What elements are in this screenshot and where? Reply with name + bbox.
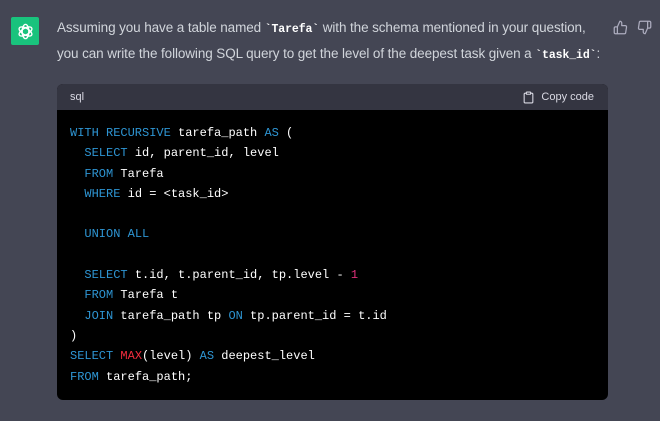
thumbs-up-icon	[613, 20, 627, 34]
code-line: FROM Tarefa	[70, 164, 595, 184]
code-token: AS	[199, 349, 215, 364]
message-text: with the schema mentioned in your questi…	[319, 20, 586, 35]
message-text: Assuming you have a table named	[57, 20, 265, 35]
code-line: FROM Tarefa t	[70, 285, 595, 305]
code-token: MAX	[120, 349, 143, 364]
clipboard-icon	[524, 91, 534, 103]
inline-code: `task_id`	[535, 49, 597, 62]
code-token: id = <task_id>	[120, 186, 229, 201]
code-token: UNION ALL	[84, 227, 150, 242]
code-token: (level)	[142, 349, 200, 364]
message-line-2: you can write the following SQL query to…	[57, 42, 617, 68]
assistant-message: Assuming you have a table named `Tarefa`…	[57, 16, 617, 68]
code-line: SELECT MAX(level) AS deepest_level	[70, 346, 595, 366]
code-line: UNION ALL	[70, 224, 595, 244]
code-line: FROM tarefa_path;	[70, 367, 595, 387]
code-token: t.id, t.parent_id, tp.level -	[127, 268, 351, 283]
copy-code-label: Copy code	[541, 91, 594, 103]
code-token: Tarefa	[113, 166, 164, 181]
message-text: :	[596, 46, 601, 61]
inline-code: `Tarefa`	[264, 23, 320, 36]
code-token: FROM	[84, 166, 114, 181]
code-line: )	[70, 326, 595, 346]
code-line: WHERE id = <task_id>	[70, 184, 595, 204]
copy-code-button[interactable]: Copy code	[522, 91, 594, 104]
code-token: WHERE	[84, 186, 121, 201]
code-token: FROM	[70, 369, 99, 384]
assistant-avatar	[11, 17, 39, 45]
code-token: tarefa_path;	[98, 369, 193, 384]
code-token: WITH RECURSIVE	[70, 126, 171, 140]
feedback-actions	[612, 19, 652, 35]
code-token: SELECT	[70, 349, 114, 364]
code-token: (	[278, 126, 294, 140]
code-token: AS	[264, 126, 279, 140]
thumbs-down-icon	[637, 20, 651, 34]
code-token: Tarefa t	[113, 288, 179, 303]
code-token: ON	[228, 308, 243, 323]
message-line-1: Assuming you have a table named `Tarefa`…	[57, 16, 617, 42]
code-token: tp.parent_id = t.id	[242, 308, 387, 323]
code-block: sql Copy code WITH RECURSIVE tarefa_path…	[57, 84, 608, 400]
thumbs-up-button[interactable]	[612, 19, 628, 35]
code-token: FROM	[84, 288, 114, 303]
code-token: SELECT	[84, 146, 128, 161]
code-token: tarefa_path tp	[113, 308, 229, 323]
thumbs-down-button[interactable]	[636, 19, 652, 35]
code-token: tarefa_path	[170, 126, 265, 140]
code-line: SELECT id, parent_id, level	[70, 143, 595, 163]
openai-logo-icon	[17, 23, 33, 39]
code-line: JOIN tarefa_path tp ON tp.parent_id = t.…	[70, 306, 595, 326]
code-token: 1	[350, 268, 359, 283]
code-line: SELECT t.id, t.parent_id, tp.level - 1	[70, 265, 595, 285]
code-language-label: sql	[70, 91, 85, 103]
code-token: id, parent_id, level	[127, 146, 279, 161]
code-line: WITH RECURSIVE tarefa_path AS (	[70, 123, 595, 143]
code-token: SELECT	[84, 268, 128, 283]
message-text: you can write the following SQL query to…	[57, 46, 536, 61]
code-block-header: sql Copy code	[57, 84, 608, 110]
code-token: JOIN	[84, 308, 114, 323]
code-content: WITH RECURSIVE tarefa_path AS ( SELECT i…	[57, 110, 608, 387]
code-token: )	[70, 328, 78, 343]
code-token: deepest_level	[214, 349, 315, 364]
